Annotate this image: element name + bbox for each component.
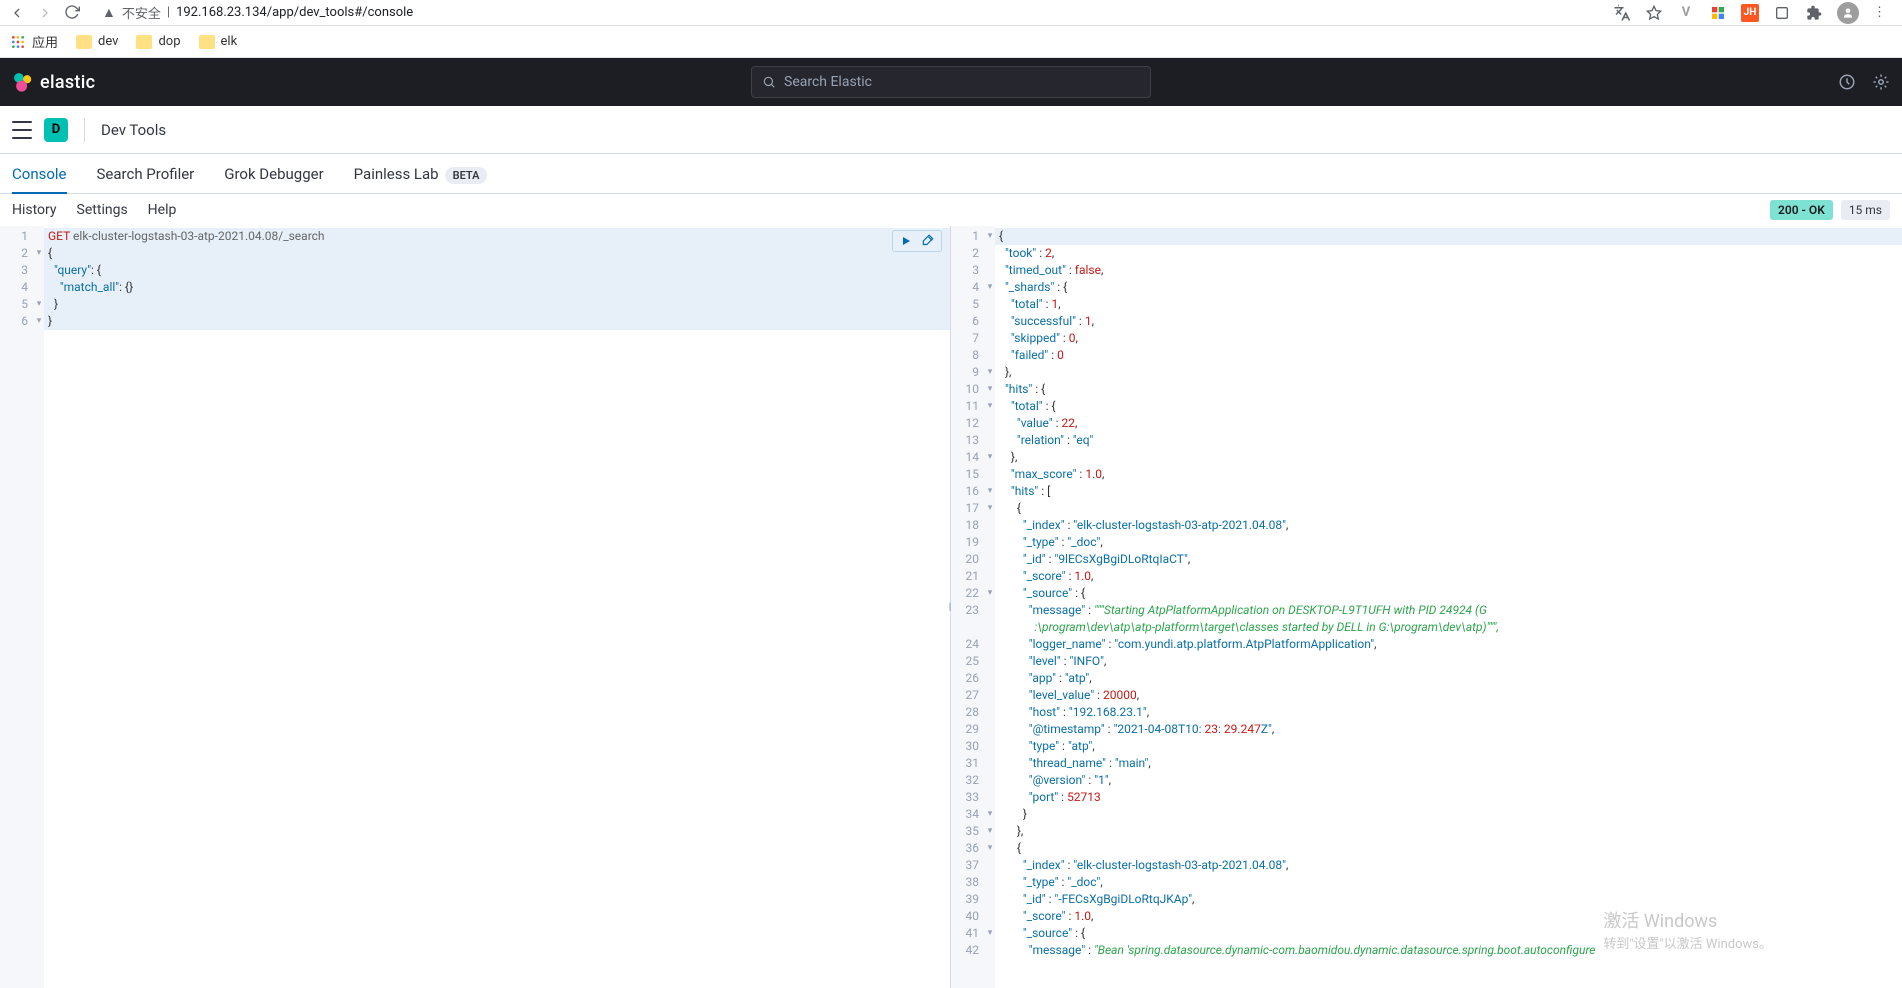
global-search[interactable]: Search Elastic [751,66,1151,98]
url-text: 192.168.23.134/app/dev_tools#/console [176,5,413,20]
tab-grok-debugger[interactable]: Grok Debugger [224,155,323,193]
separator [84,118,85,142]
bookmark-dop[interactable]: dop [136,34,180,49]
extensions-icon[interactable] [1805,4,1823,22]
tab-label: Console [12,165,67,183]
tab-search-profiler[interactable]: Search Profiler [97,155,195,193]
bookmark-dev[interactable]: dev [76,34,118,49]
tab-label: Grok Debugger [224,165,323,183]
tab-painless-lab[interactable]: Painless Lab BETA [354,155,488,193]
line-gutter: 1234567891011121314151617181920212223242… [951,226,985,988]
response-viewer[interactable]: 1234567891011121314151617181920212223242… [951,226,1902,988]
browser-actions: V JH ⋮ [1613,2,1894,24]
bookmark-label: elk [221,34,238,49]
elastic-logo[interactable]: elastic [12,71,95,93]
folder-icon [199,35,215,49]
line-gutter: 123456 [0,226,34,988]
newsfeed-icon[interactable] [1838,73,1856,91]
ext-jh-icon[interactable]: JH [1741,4,1759,22]
tab-console[interactable]: Console [12,155,67,193]
folder-icon [136,35,152,49]
elastic-brand: elastic [40,72,95,93]
request-options-button[interactable] [919,233,937,249]
address-bar[interactable]: ▲ 不安全 | 192.168.23.134/app/dev_tools#/co… [102,3,413,22]
folder-icon [76,35,92,49]
send-request-button[interactable] [897,233,915,249]
console-panes: 123456 ▾▾▾ GET elk-cluster-logstash-03-a… [0,226,1902,988]
tab-label: Painless Lab [354,165,439,183]
breadcrumb-bar: D Dev Tools [0,106,1902,154]
settings-link[interactable]: Settings [77,202,128,218]
breadcrumb-label: Dev Tools [101,121,166,139]
devtools-tabs: Console Search Profiler Grok Debugger Pa… [0,154,1902,194]
bookmark-elk[interactable]: elk [199,34,238,49]
browser-toolbar: ▲ 不安全 | 192.168.23.134/app/dev_tools#/co… [0,0,1902,26]
help-icon[interactable] [1872,73,1890,91]
beta-badge: BETA [445,167,488,184]
star-icon[interactable] [1645,4,1663,22]
tab-label: Search Profiler [97,165,195,183]
ext-box-icon[interactable] [1773,4,1791,22]
response-code: { "took" : 2, "timed_out" : false, "_sha… [995,226,1902,988]
url-separator: | [167,5,170,20]
help-link[interactable]: Help [148,202,177,218]
reload-button[interactable] [64,4,82,22]
bookmark-label: dev [98,34,118,49]
console-toolbar: History Settings Help 200 - OK 15 ms [0,194,1902,226]
space-letter: D [52,122,60,137]
search-placeholder: Search Elastic [784,74,872,90]
apps-grid-icon [10,34,26,50]
bookmark-label: dop [158,34,180,49]
back-button[interactable] [8,4,26,22]
nav-toggle-button[interactable] [12,121,32,139]
timing-badge: 15 ms [1841,200,1890,220]
request-code[interactable]: GET elk-cluster-logstash-03-atp-2021.04.… [44,226,950,988]
translate-icon[interactable] [1613,4,1631,22]
space-selector[interactable]: D [44,118,68,142]
ext-v-icon[interactable]: V [1677,4,1695,22]
browser-menu-icon[interactable]: ⋮ [1873,5,1886,20]
search-icon [762,75,776,89]
apps-label: 应用 [32,32,58,51]
elastic-logo-icon [12,71,34,93]
ext-google-icon[interactable] [1709,4,1727,22]
forward-button[interactable] [36,4,54,22]
request-editor[interactable]: 123456 ▾▾▾ GET elk-cluster-logstash-03-a… [0,226,951,988]
profile-avatar[interactable] [1837,2,1859,24]
status-badge: 200 - OK [1770,200,1833,220]
insecure-icon: ▲ [102,4,116,21]
request-actions [892,230,942,252]
history-link[interactable]: History [12,202,57,218]
app-header: elastic Search Elastic [0,58,1902,106]
bookmarks-bar: 应用 dev dop elk [0,26,1902,58]
fold-gutter: ▾▾▾▾▾▾▾▾▾▾▾▾▾ [985,226,995,988]
apps-button[interactable]: 应用 [10,32,58,51]
fold-gutter: ▾▾▾ [34,226,44,988]
insecure-label: 不安全 [122,3,161,22]
